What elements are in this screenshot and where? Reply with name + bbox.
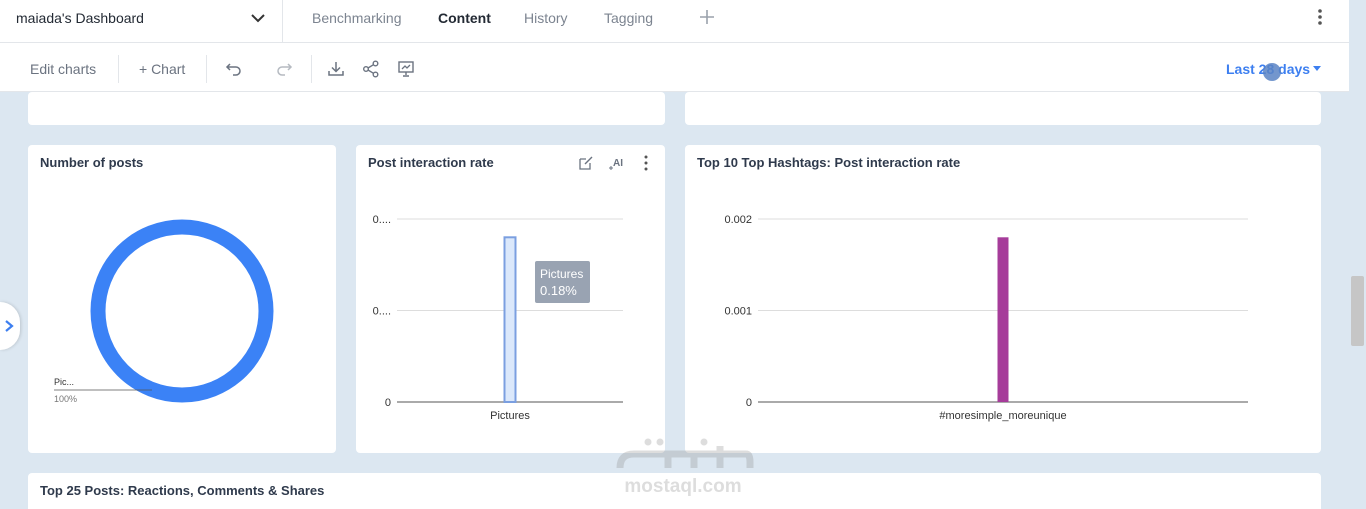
undo-icon[interactable] xyxy=(224,59,244,79)
donut-chart: Pic... 100% xyxy=(54,219,274,404)
scrollbar-thumb[interactable] xyxy=(1351,276,1364,346)
y-tick-label: 0.002 xyxy=(724,214,752,226)
tab-history[interactable]: History xyxy=(524,0,568,36)
post-interaction-rate-card: Post interaction rate AI 0 0.... 0.... Pict… xyxy=(356,145,665,453)
watermark: mostaql.com xyxy=(608,432,758,502)
post-interaction-rate-chart: 0 0.... 0.... Pictures xyxy=(373,214,623,422)
add-tab-icon[interactable] xyxy=(697,7,717,27)
share-icon[interactable] xyxy=(361,59,381,79)
top-bar: maiada's Dashboard Benchmarking Content … xyxy=(0,0,1349,43)
tooltip-label: Pictures xyxy=(540,267,584,281)
edit-charts-button[interactable]: Edit charts xyxy=(30,43,96,95)
y-tick-label: 0.... xyxy=(373,306,391,318)
x-tick-label: #moresimple_moreunique xyxy=(939,410,1066,422)
add-chart-button[interactable]: + Chart xyxy=(139,43,185,95)
chevron-right-icon xyxy=(5,320,14,332)
y-tick-label: 0 xyxy=(385,397,391,409)
header-divider xyxy=(282,0,283,42)
download-icon[interactable] xyxy=(326,59,346,79)
chevron-down-icon[interactable] xyxy=(248,9,268,27)
dashboard-title[interactable]: maiada's Dashboard xyxy=(16,0,144,36)
watermark-logo xyxy=(616,438,754,469)
donut-slice-percent: 100% xyxy=(54,394,77,404)
toolbar: Edit charts + Chart Last 28 days xyxy=(0,43,1349,92)
partial-card-left xyxy=(28,92,665,125)
y-tick-label: 0 xyxy=(746,397,752,409)
watermark-text: mostaql.com xyxy=(624,476,742,497)
top-hashtags-chart: 0 0.001 0.002 #moresimple_moreunique xyxy=(724,214,1248,422)
tab-content[interactable]: Content xyxy=(438,0,491,36)
donut-slice[interactable] xyxy=(90,219,274,403)
donut-slice-label: Pic... xyxy=(54,377,74,387)
toolbar-divider xyxy=(206,55,207,83)
toolbar-divider xyxy=(118,55,119,83)
y-tick-label: 0.... xyxy=(373,214,391,226)
tab-tagging[interactable]: Tagging xyxy=(604,0,653,36)
chart-tooltip: Pictures 0.18% xyxy=(535,261,590,303)
bar[interactable] xyxy=(503,236,517,403)
presentation-icon[interactable] xyxy=(396,59,416,79)
mouse-cursor xyxy=(1263,63,1281,81)
redo-icon[interactable] xyxy=(274,59,294,79)
top-hashtags-card: Top 10 Top Hashtags: Post interaction ra… xyxy=(685,145,1321,453)
number-of-posts-card: Number of posts Pic... 100% xyxy=(28,145,336,453)
toolbar-divider xyxy=(311,55,312,83)
partial-card-right xyxy=(685,92,1321,125)
x-tick-label: Pictures xyxy=(490,410,530,422)
more-options-icon[interactable] xyxy=(1310,7,1330,27)
tooltip-value: 0.18% xyxy=(540,283,577,298)
bar[interactable] xyxy=(997,237,1009,402)
card-title: Top 25 Posts: Reactions, Comments & Shar… xyxy=(40,483,325,498)
y-tick-label: 0.001 xyxy=(724,306,752,318)
side-panel-toggle[interactable] xyxy=(0,302,20,350)
caret-down-icon[interactable] xyxy=(1313,66,1321,71)
tab-benchmarking[interactable]: Benchmarking xyxy=(312,0,402,36)
